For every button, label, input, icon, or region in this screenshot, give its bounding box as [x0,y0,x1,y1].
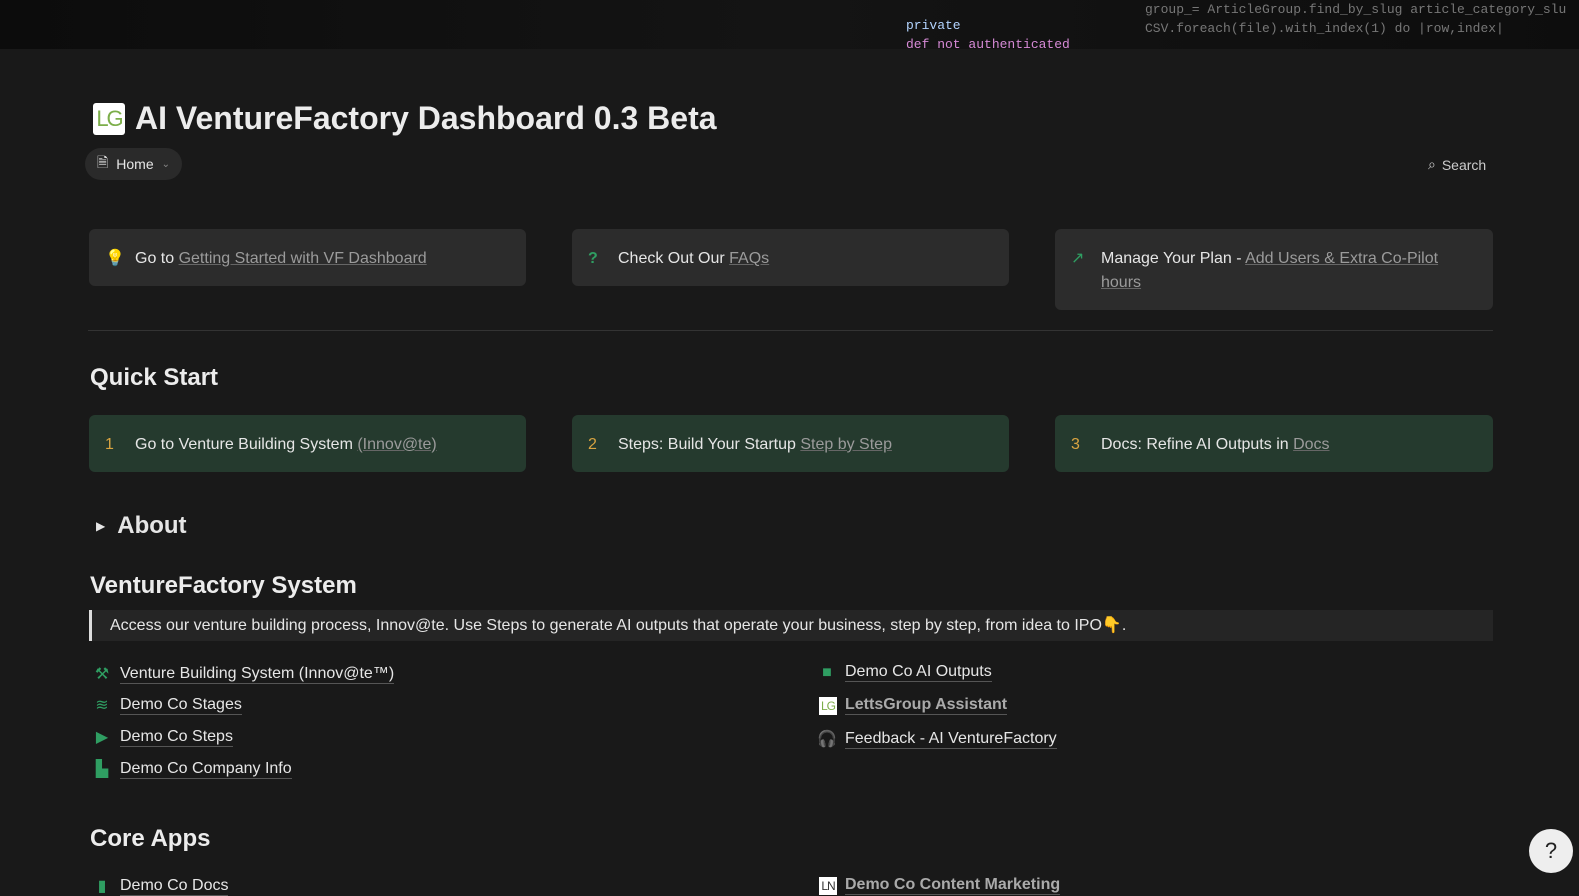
robot-icon: ■ [817,664,837,682]
link-demo-co-stages[interactable]: ≋ Demo Co Stages [92,695,242,715]
quick-start-text: Steps: Build Your Startup [618,436,800,453]
quick-start-heading: Quick Start [90,364,218,392]
quote-block: Access our venture building process, Inn… [89,610,1493,641]
step-number: 1 [105,433,114,457]
help-icon: ? [1545,838,1557,864]
step-by-step-link[interactable]: Step by Step [800,436,892,453]
link-venture-building-system[interactable]: ⚒ Venture Building System (Innov@te™) [92,664,394,684]
link-label: Demo Co AI Outputs [845,663,992,682]
cover-image: private def not authenticated group_= Ar… [0,0,1579,49]
divider [88,330,1493,331]
innovate-link[interactable]: (Innov@te) [357,436,436,453]
link-label: Demo Co Content Marketing [845,876,1060,895]
link-label: Demo Co Stages [120,696,242,715]
docs-link[interactable]: Docs [1293,436,1329,453]
quick-start-text: Go to Venture Building System [135,436,357,453]
ln-logo-icon: LN [819,877,837,895]
link-label: LettsGroup Assistant [845,696,1007,715]
headset-icon: 🎧 [817,729,837,749]
lg-logo-icon: LG [819,697,837,715]
link-label: Demo Co Docs [120,877,228,896]
callout-manage-plan: ↗Manage Your Plan - Add Users & Extra Co… [1055,229,1493,310]
venturefactory-system-heading: VentureFactory System [90,572,357,600]
triangle-right-icon: ▶ [96,519,105,533]
callout-faqs: ? Check Out Our FAQs [572,229,1009,286]
help-button[interactable]: ? [1529,829,1573,873]
quick-start-item: 1 Go to Venture Building System (Innov@te… [89,415,526,472]
step-number: 3 [1071,433,1080,457]
callout-getting-started: 💡 Go to Getting Started with VF Dashboard [89,229,526,286]
search-label: Search [1442,157,1486,173]
quick-start-text: Docs: Refine AI Outputs in [1101,436,1293,453]
link-label: Venture Building System (Innov@te™) [120,665,394,684]
quick-start-item: 2 Steps: Build Your Startup Step by Step [572,415,1009,472]
cover-code: def not authenticated [906,37,1070,49]
search-icon: ⌕ [1428,156,1436,173]
factory-icon: ▙ [92,759,112,779]
link-demo-co-steps[interactable]: ▶ Demo Co Steps [92,727,233,747]
core-apps-heading: Core Apps [90,825,210,853]
link-lettsgroup-assistant[interactable]: LG LettsGroup Assistant [819,696,1007,715]
lg-logo-icon: LG [93,103,125,135]
search-button[interactable]: ⌕ Search [1428,156,1486,173]
getting-started-link[interactable]: Getting Started with VF Dashboard [179,250,427,267]
arrow-up-right-icon: ↗ [1071,247,1084,271]
cover-code: CSV.foreach(file).with_index(1) do |row,… [1145,21,1504,36]
callout-text: Check Out Our [618,250,729,267]
link-feedback[interactable]: 🎧 Feedback - AI VentureFactory [817,729,1057,749]
quick-start-item: 3 Docs: Refine AI Outputs in Docs [1055,415,1493,472]
page-header: LG AI VentureFactory Dashboard 0.3 Beta [93,100,717,137]
link-label: Demo Co Steps [120,728,233,747]
callout-text: Go to [135,250,179,267]
play-flag-icon: ▶ [92,727,112,747]
link-demo-co-content-marketing[interactable]: LN Demo Co Content Marketing [819,876,1060,895]
cover-code: private [906,18,961,33]
callout-text: Manage Your Plan - [1101,250,1245,267]
breadcrumb-label: Home [116,156,153,172]
step-number: 2 [588,433,597,457]
chevron-down-icon: ⌄ [162,159,170,170]
page-icon: 🗎 [97,152,108,176]
page-title: AI VentureFactory Dashboard 0.3 Beta [135,100,717,137]
about-toggle[interactable]: ▶ About [96,512,187,540]
layers-icon: ≋ [92,695,112,715]
about-heading: About [117,512,186,540]
link-label: Feedback - AI VentureFactory [845,730,1057,749]
link-demo-co-docs[interactable]: ▮ Demo Co Docs [92,876,228,896]
magic-wand-icon: ⚒ [92,664,112,684]
lightbulb-icon: 💡 [105,247,125,271]
link-demo-co-company-info[interactable]: ▙ Demo Co Company Info [92,759,292,779]
question-icon: ? [588,247,598,271]
faqs-link[interactable]: FAQs [729,250,769,267]
link-demo-co-ai-outputs[interactable]: ■ Demo Co AI Outputs [817,663,992,682]
breadcrumb-home[interactable]: 🗎 Home ⌄ [85,148,182,180]
doc-icon: ▮ [92,876,112,896]
cover-code: group_= ArticleGroup.find_by_slug articl… [1145,2,1566,17]
link-label: Demo Co Company Info [120,760,292,779]
